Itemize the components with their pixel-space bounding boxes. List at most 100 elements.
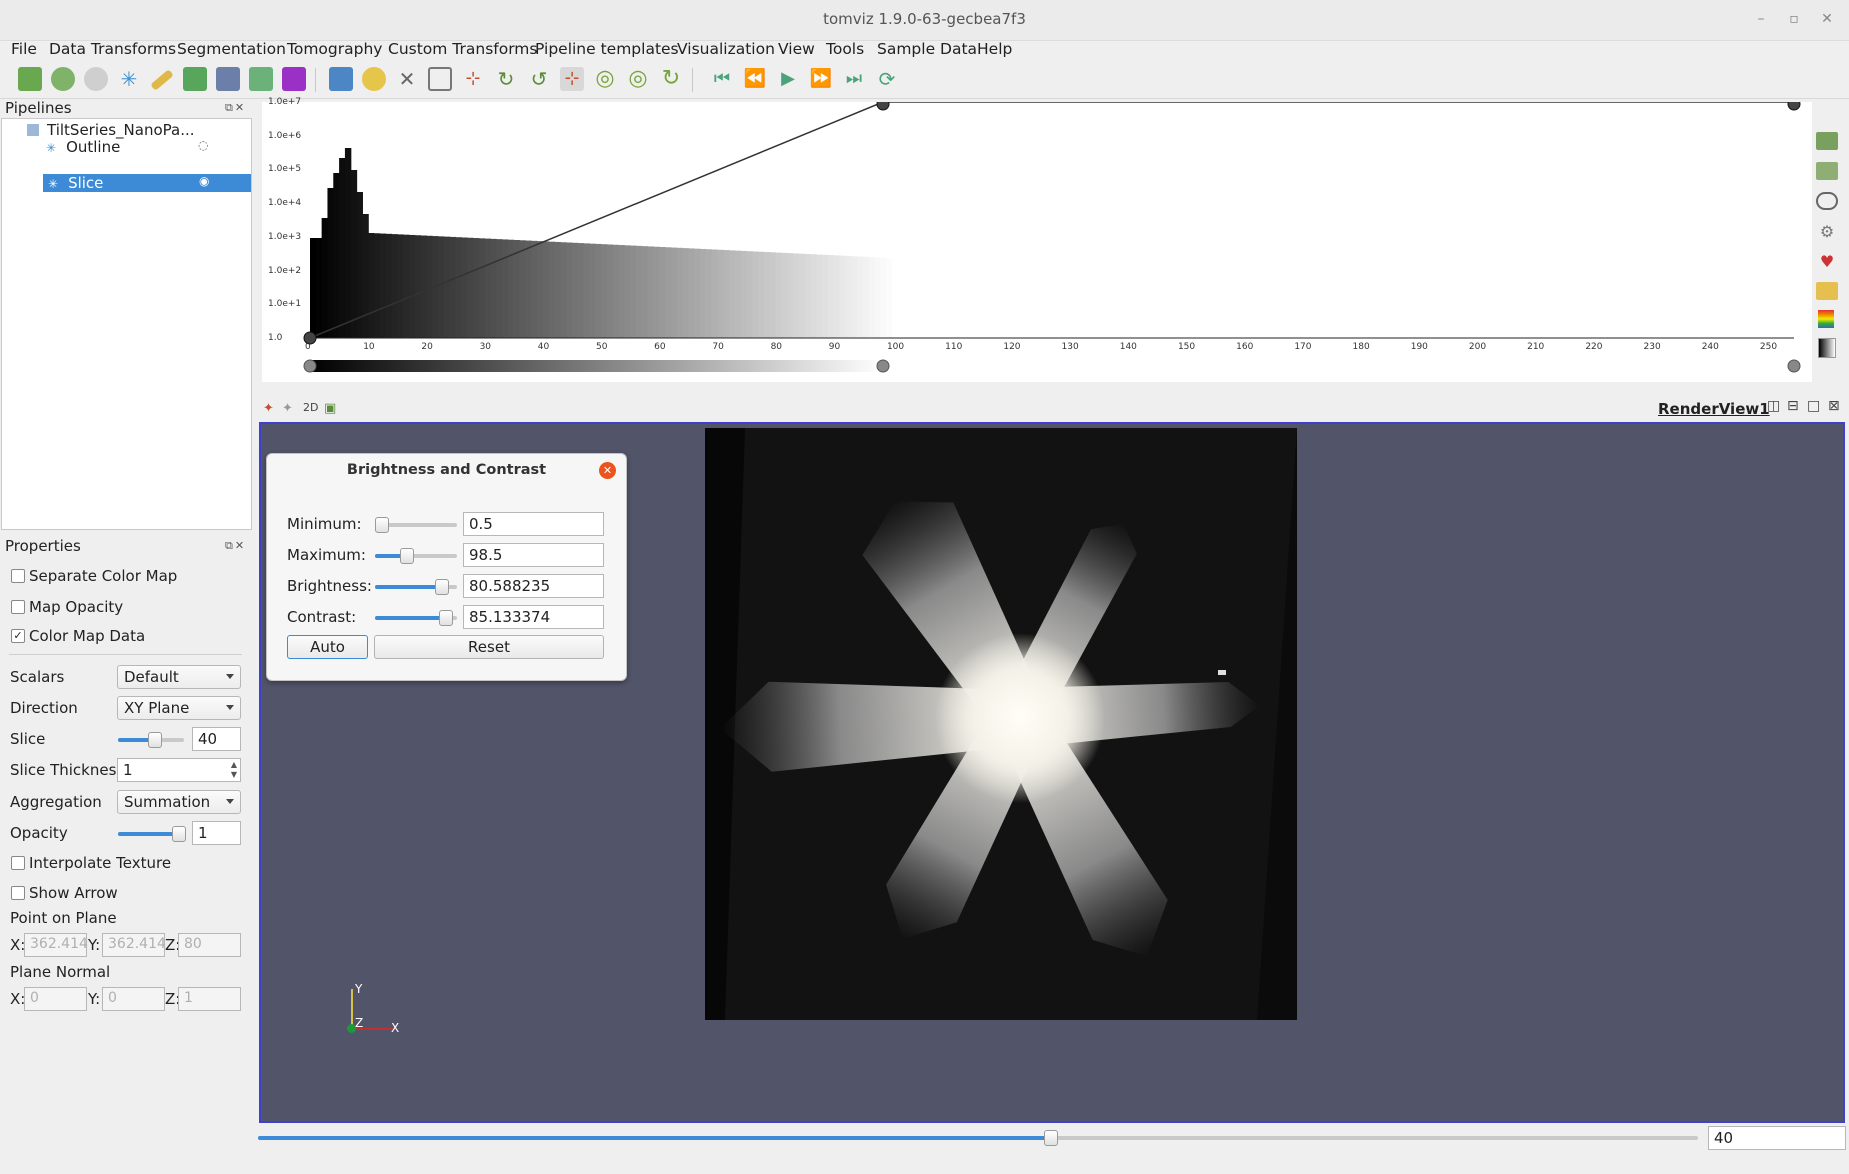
palette-icon[interactable] xyxy=(362,67,386,91)
aggregation-select[interactable]: Summation xyxy=(117,790,241,814)
menu-pipeline-templates[interactable]: Pipeline templates xyxy=(535,40,679,58)
menu-view[interactable]: View xyxy=(778,40,815,58)
interact-icon[interactable]: ⊹ xyxy=(560,67,584,91)
split-horizontal-icon[interactable]: ◫ xyxy=(1767,398,1780,414)
purple-cube-icon[interactable] xyxy=(282,67,306,91)
cube-add-icon[interactable] xyxy=(183,67,207,91)
menu-file[interactable]: File xyxy=(11,40,37,58)
ruler-icon[interactable] xyxy=(150,69,174,91)
menu-sample-data[interactable]: Sample Data xyxy=(877,40,977,58)
open-folder-icon[interactable] xyxy=(1816,282,1838,300)
menu-help[interactable]: Help xyxy=(977,40,1012,58)
visibility-hidden-icon[interactable]: ◌ xyxy=(198,138,208,152)
snowflake-icon[interactable]: ✳ xyxy=(117,67,141,91)
scalars-select[interactable]: Default xyxy=(117,665,241,689)
pipeline-item-outline[interactable]: ✳ Outline xyxy=(46,138,120,156)
fit-range-icon[interactable] xyxy=(1816,132,1838,150)
opacity-slider-handle[interactable] xyxy=(172,826,186,842)
axes-icon[interactable]: ⊹ xyxy=(461,67,485,91)
color-map-data-checkbox[interactable]: ✓ xyxy=(11,629,25,643)
contrast-slider-handle[interactable] xyxy=(438,610,453,626)
normal-z-field[interactable]: 1 xyxy=(178,987,241,1011)
minimum-field[interactable]: 0.5 xyxy=(463,512,604,536)
expand-range-icon[interactable] xyxy=(1816,162,1838,180)
dock-buttons[interactable]: ⧉✕ xyxy=(225,101,246,115)
menu-tools[interactable]: Tools xyxy=(826,40,864,58)
play-icon[interactable]: ▶ xyxy=(776,67,800,91)
bottom-slider-handle[interactable] xyxy=(1044,1130,1058,1146)
contrast-slider[interactable] xyxy=(375,610,457,626)
minimize-icon[interactable]: – xyxy=(1750,8,1772,30)
bottom-slice-slider[interactable] xyxy=(258,1130,1698,1146)
first-frame-icon[interactable]: ⏮ xyxy=(710,67,734,91)
reset-camera-icon[interactable]: ◎ xyxy=(593,67,617,91)
prev-frame-icon[interactable]: ⏪ xyxy=(743,67,767,91)
log-scale-icon[interactable] xyxy=(1816,192,1838,210)
visibility-eye-icon[interactable]: ◉ xyxy=(199,174,209,188)
rotate-minus90-icon[interactable]: ↺ xyxy=(527,67,551,91)
close-view-icon[interactable]: ⊠ xyxy=(1828,398,1840,414)
last-frame-icon[interactable]: ⏭ xyxy=(842,67,866,91)
maximum-field[interactable]: 98.5 xyxy=(463,543,604,567)
maximum-slider[interactable] xyxy=(375,548,457,564)
spin-arrows-icon[interactable]: ▲ ▼ xyxy=(231,760,237,780)
slice-slider-handle[interactable] xyxy=(148,732,163,748)
select-icon[interactable]: ✦ xyxy=(282,401,293,416)
normal-x-field[interactable]: 0 xyxy=(24,987,87,1011)
slice-image[interactable] xyxy=(705,428,1297,1020)
opacity-field[interactable]: 1 xyxy=(192,821,241,845)
pipeline-item-dataset[interactable]: TiltSeries_NanoPa... xyxy=(27,121,195,139)
map-opacity-checkbox[interactable] xyxy=(11,600,25,614)
rotate-plus90-icon[interactable]: ↻ xyxy=(494,67,518,91)
brightness-slider[interactable] xyxy=(375,579,457,595)
maximum-slider-handle[interactable] xyxy=(400,548,415,564)
camera-icon[interactable]: ✦ xyxy=(263,401,274,416)
minimum-slider-handle[interactable] xyxy=(375,517,389,533)
maximize-icon[interactable]: ▫ xyxy=(1783,8,1805,30)
point-y-field[interactable]: 362.414 xyxy=(102,933,166,957)
contrast-field[interactable]: 85.133374 xyxy=(463,605,604,629)
point-z-field[interactable]: 80 xyxy=(178,933,241,957)
colormap-icon[interactable] xyxy=(1818,310,1834,328)
bottom-slice-field[interactable]: 40 xyxy=(1708,1126,1846,1150)
close-icon[interactable]: ✕ xyxy=(599,462,616,479)
favorite-icon[interactable]: ♥ xyxy=(1816,252,1838,271)
crop-icon[interactable]: ✕ xyxy=(395,67,419,91)
slice-field[interactable]: 40 xyxy=(192,727,241,751)
close-window-icon[interactable]: ✕ xyxy=(1816,8,1838,30)
histogram-chart[interactable] xyxy=(262,102,1812,382)
cube-view-icon[interactable] xyxy=(216,67,240,91)
brightness-slider-handle[interactable] xyxy=(434,579,449,595)
reconstruct-icon[interactable] xyxy=(18,67,42,91)
point-x-field[interactable]: 362.414 xyxy=(24,933,88,957)
screenshot-icon[interactable]: ▣ xyxy=(324,401,336,416)
opacity-slider[interactable] xyxy=(118,826,186,842)
auto-button[interactable]: Auto xyxy=(287,635,368,659)
slice-thickness-spinbox[interactable]: 1 ▲ ▼ xyxy=(117,758,241,782)
refresh-icon[interactable]: ◎ xyxy=(626,67,650,91)
direction-select[interactable]: XY Plane xyxy=(117,696,241,720)
menu-custom-transforms[interactable]: Custom Transforms xyxy=(388,40,537,58)
settings-gear-icon[interactable]: ⚙ xyxy=(1816,222,1838,241)
split-vertical-icon[interactable]: ⊟ xyxy=(1787,398,1799,414)
clip-icon[interactable] xyxy=(84,67,108,91)
slice-slider[interactable] xyxy=(118,732,184,748)
menu-visualization[interactable]: Visualization xyxy=(677,40,775,58)
histogram-editor[interactable]: 1.0e+7 1.0e+6 1.0e+5 1.0e+4 1.0e+3 1.0e+2 1.0e… xyxy=(262,97,1812,382)
normal-y-field[interactable]: 0 xyxy=(102,987,165,1011)
interpolate-texture-checkbox[interactable] xyxy=(11,856,25,870)
menu-tomography[interactable]: Tomography xyxy=(287,40,382,58)
import-icon[interactable] xyxy=(51,67,75,91)
menu-segmentation[interactable]: Segmentation xyxy=(177,40,286,58)
pointer-icon[interactable] xyxy=(329,67,353,91)
volume-icon[interactable] xyxy=(249,67,273,91)
pipeline-item-slice[interactable]: ✳ Slice ◉ xyxy=(43,174,251,192)
zoom-to-box-icon[interactable] xyxy=(428,67,452,91)
minimum-slider[interactable] xyxy=(375,517,457,533)
separate-color-map-checkbox[interactable] xyxy=(11,569,25,583)
brightness-field[interactable]: 80.588235 xyxy=(463,574,604,598)
menu-data-transforms[interactable]: Data Transforms xyxy=(49,40,176,58)
refresh-alt-icon[interactable]: ↻ xyxy=(659,67,683,91)
show-arrow-checkbox[interactable] xyxy=(11,886,25,900)
next-frame-icon[interactable]: ⏩ xyxy=(809,67,833,91)
